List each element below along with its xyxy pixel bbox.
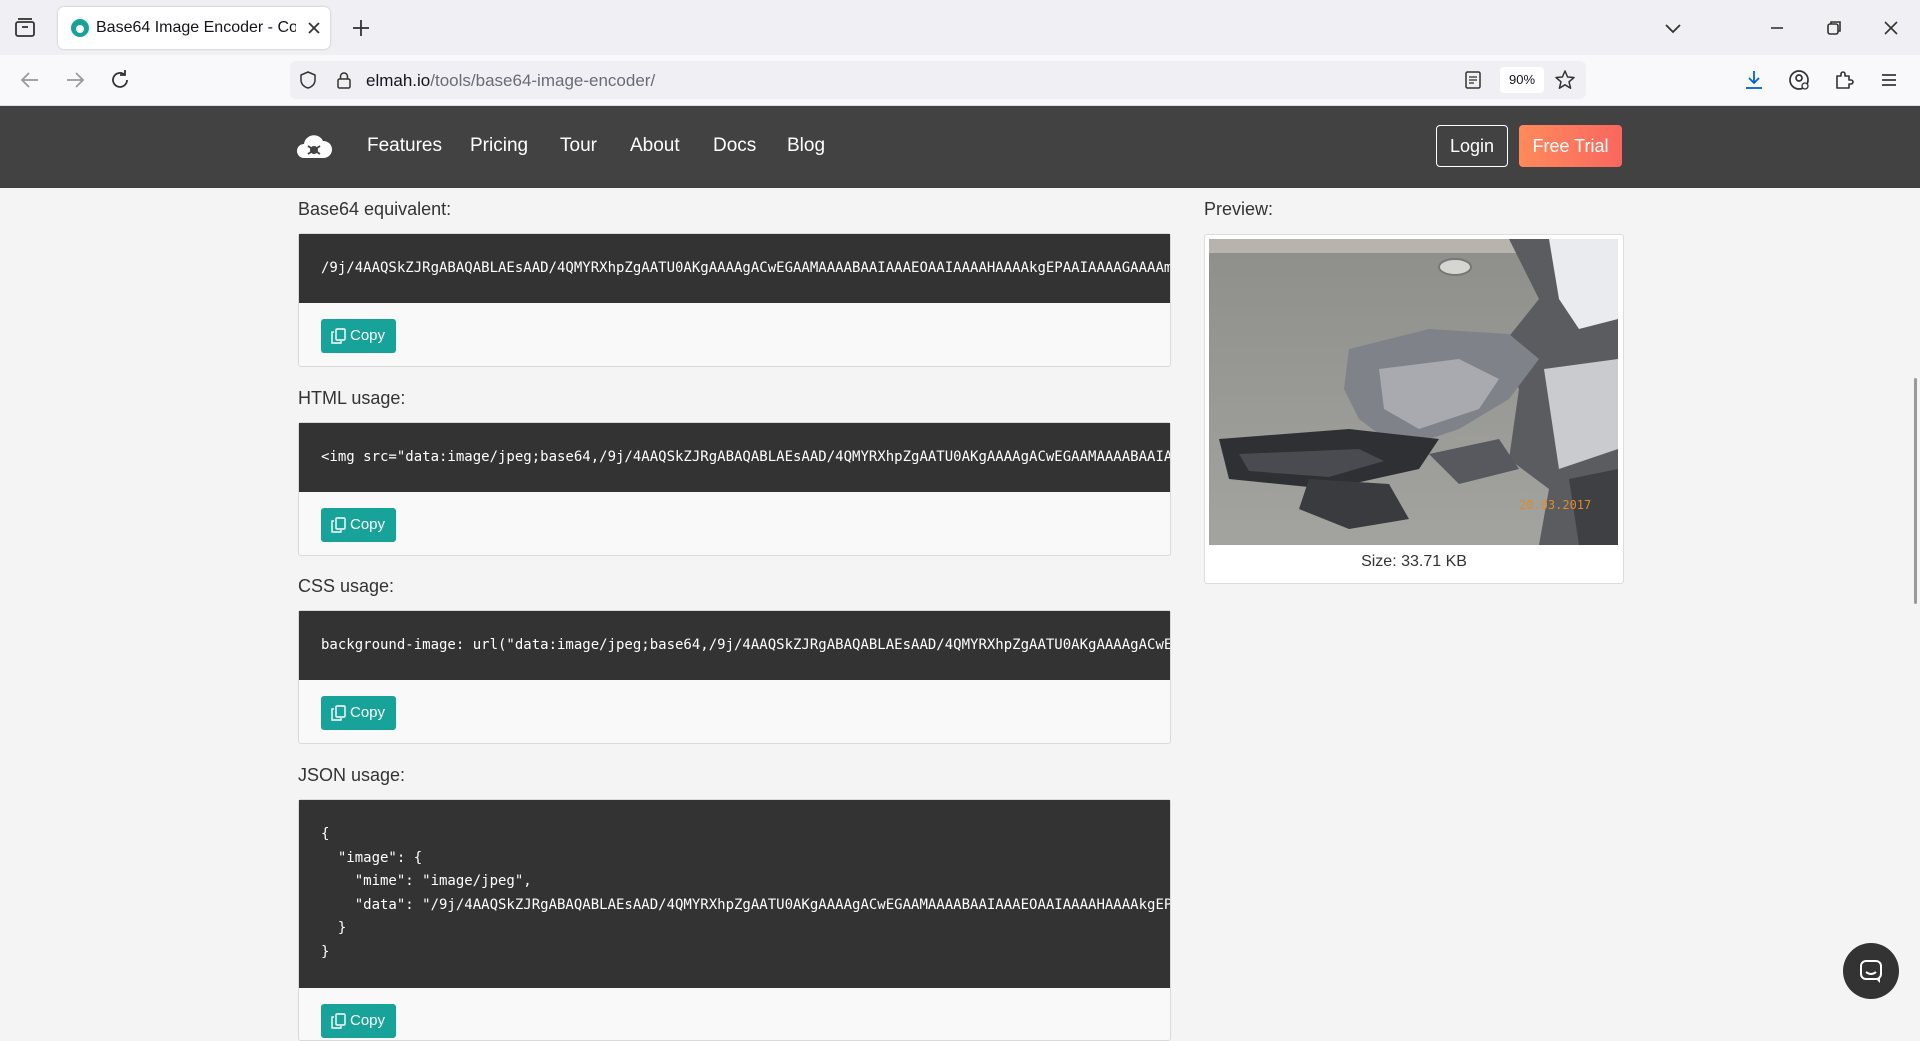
reload-icon[interactable] bbox=[107, 67, 133, 93]
shield-icon[interactable] bbox=[298, 70, 318, 90]
tab-title: Base64 Image Encoder - Convert bbox=[96, 19, 296, 36]
css-code-block[interactable]: background-image: url("data:image/jpeg;b… bbox=[299, 611, 1170, 680]
nav-tour[interactable]: Tour bbox=[560, 135, 597, 157]
forward-arrow-icon[interactable] bbox=[62, 67, 88, 93]
page-scrollbar-thumb[interactable] bbox=[1914, 378, 1917, 604]
zoom-level-button[interactable]: 90% bbox=[1500, 67, 1544, 93]
copy-icon bbox=[331, 517, 346, 533]
copy-icon bbox=[331, 328, 346, 344]
html-usage-card: <img src="data:image/jpeg;base64,/9j/4AA… bbox=[298, 422, 1171, 556]
downloads-icon[interactable] bbox=[1741, 67, 1767, 93]
car-wreck-photo: 20.03.2017 bbox=[1209, 239, 1618, 545]
free-trial-button[interactable]: Free Trial bbox=[1519, 125, 1622, 167]
login-button[interactable]: Login bbox=[1436, 125, 1508, 167]
json-code-line: "mime": "image/jpeg", bbox=[321, 873, 532, 889]
json-code-line: } bbox=[321, 944, 330, 960]
preview-label: Preview: bbox=[1204, 199, 1274, 219]
bookmark-star-icon[interactable] bbox=[1554, 69, 1576, 91]
html-code: <img src="data:image/jpeg;base64,/9j/4AA… bbox=[321, 449, 1170, 465]
base64-code: /9j/4AAQSkZJRgABAQABLAEsAAD/4QMYRXhpZgAA… bbox=[321, 260, 1170, 276]
json-code-line: { bbox=[321, 826, 330, 842]
nav-about[interactable]: About bbox=[630, 135, 680, 157]
copy-html-button[interactable]: Copy bbox=[321, 508, 396, 542]
elmah-logo-icon[interactable] bbox=[296, 130, 332, 164]
image-size-text: Size: 33.71 KB bbox=[1361, 553, 1467, 570]
browser-tab-active[interactable]: Base64 Image Encoder - Convert bbox=[58, 7, 330, 49]
photo-date-stamp: 20.03.2017 bbox=[1519, 498, 1591, 512]
minimize-icon[interactable] bbox=[1763, 14, 1791, 42]
json-usage-label: JSON usage: bbox=[298, 765, 406, 785]
base64-card: /9j/4AAQSkZJRgABAQABLAEsAAD/4QMYRXhpZgAA… bbox=[298, 233, 1171, 367]
copy-icon bbox=[331, 1013, 346, 1029]
copy-icon bbox=[331, 705, 346, 721]
json-usage-card: { "image": { "mime": "image/jpeg", "data… bbox=[298, 799, 1171, 1041]
json-code-block[interactable]: { "image": { "mime": "image/jpeg", "data… bbox=[299, 800, 1170, 988]
copy-base64-button[interactable]: Copy bbox=[321, 319, 396, 353]
extensions-icon[interactable] bbox=[1831, 67, 1857, 93]
html-usage-label: HTML usage: bbox=[298, 388, 406, 408]
reader-view-icon[interactable] bbox=[1462, 69, 1484, 91]
close-window-icon[interactable] bbox=[1877, 14, 1905, 42]
html-code-block[interactable]: <img src="data:image/jpeg;base64,/9j/4AA… bbox=[299, 423, 1170, 492]
nav-blog[interactable]: Blog bbox=[787, 135, 825, 157]
nav-pricing[interactable]: Pricing bbox=[470, 135, 528, 157]
new-tab-icon[interactable] bbox=[348, 15, 374, 41]
copy-css-button[interactable]: Copy bbox=[321, 696, 396, 730]
restore-icon[interactable] bbox=[1820, 14, 1848, 42]
chat-widget-button[interactable] bbox=[1843, 943, 1899, 999]
elmah-favicon-icon bbox=[71, 19, 89, 37]
json-code-line: "image": { bbox=[321, 850, 423, 866]
chat-icon bbox=[1860, 960, 1882, 983]
css-usage-label: CSS usage: bbox=[298, 576, 395, 596]
tab-list-icon[interactable] bbox=[12, 15, 38, 41]
preview-image: 20.03.2017 bbox=[1209, 239, 1618, 545]
json-code-line: "data": "/9j/4AAQSkZJRgABAQABLAEsAAD/4QM… bbox=[354, 897, 1170, 913]
lock-icon[interactable] bbox=[334, 70, 354, 90]
back-arrow-icon[interactable] bbox=[17, 67, 43, 93]
copy-json-button[interactable]: Copy bbox=[321, 1004, 396, 1038]
list-all-tabs-icon[interactable] bbox=[1659, 14, 1687, 42]
url-text[interactable]: elmah.io/tools/base64-image-encoder/ bbox=[366, 71, 655, 91]
json-code-line: } bbox=[321, 920, 347, 936]
nav-features[interactable]: Features bbox=[367, 135, 442, 157]
nav-docs[interactable]: Docs bbox=[713, 135, 756, 157]
menu-icon[interactable] bbox=[1876, 67, 1902, 93]
url-bar[interactable]: elmah.io/tools/base64-image-encoder/ 90% bbox=[290, 61, 1586, 99]
base64-code-block[interactable]: /9j/4AAQSkZJRgABAQABLAEsAAD/4QMYRXhpZgAA… bbox=[299, 234, 1170, 303]
base64-label: Base64 equivalent: bbox=[298, 199, 452, 219]
close-tab-icon[interactable] bbox=[302, 16, 326, 40]
preview-card: 20.03.2017 Size: 33.71 KB bbox=[1204, 234, 1624, 584]
account-icon[interactable] bbox=[1786, 67, 1812, 93]
browser-nav-bar: elmah.io/tools/base64-image-encoder/ 90% bbox=[0, 55, 1920, 106]
css-usage-card: background-image: url("data:image/jpeg;b… bbox=[298, 610, 1171, 744]
browser-tab-bar: Base64 Image Encoder - Convert bbox=[0, 0, 1920, 55]
css-code: background-image: url("data:image/jpeg;b… bbox=[321, 637, 1170, 653]
site-header: Features Pricing Tour About Docs Blog Lo… bbox=[0, 106, 1920, 188]
